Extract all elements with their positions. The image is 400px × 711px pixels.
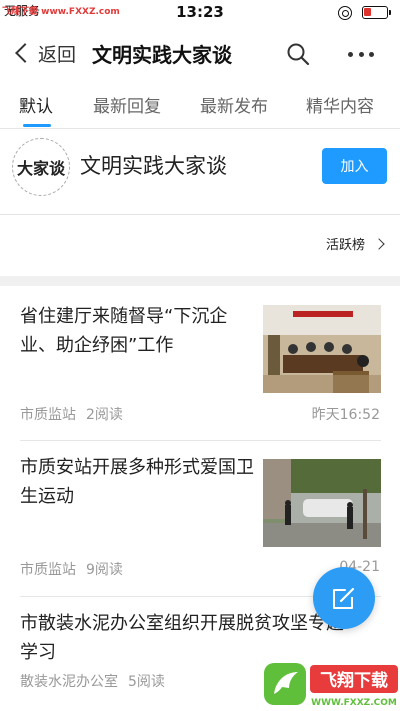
forum-logo: 大家谈 (12, 138, 70, 196)
active-tab-indicator (23, 124, 51, 127)
active-rank-link[interactable]: 活跃榜 (326, 234, 385, 253)
lock-rotation-icon (338, 6, 352, 20)
post-thumbnail (263, 459, 381, 547)
tab-latest-reply[interactable]: 最新回复 (93, 92, 161, 117)
post-thumbnail (263, 305, 381, 393)
section-gap (0, 276, 400, 286)
search-icon[interactable] (286, 42, 310, 66)
tab-bar: 默认 最新回复 最新发布 精华内容 (0, 80, 400, 128)
post-title: 市质安站开展多种形式爱国卫生运动 (20, 457, 254, 507)
forum-logo-text: 大家谈 (15, 155, 66, 179)
post-reads: 5阅读 (128, 674, 165, 690)
post-item[interactable]: 省住建厅来随督导“下沉企业、助企纾困”工作 市质监站 2阅读 昨天16:52 (0, 286, 400, 438)
tab-latest-post[interactable]: 最新发布 (200, 92, 268, 117)
site-logo: 飞翔下载 WWW.FXXZ.COM (264, 663, 398, 708)
nav-bar: 返回 文明实践大家谈 (0, 28, 400, 78)
site-logo-main: 飞翔下载 (320, 670, 388, 691)
post-title: 省住建厅来随督导“下沉企业、助企纾困”工作 (20, 306, 228, 356)
compose-button[interactable] (313, 567, 375, 629)
back-label: 返回 (38, 43, 77, 66)
post-source: 市质监站 (20, 407, 76, 423)
post-source: 市质监站 (20, 562, 76, 578)
post-source: 散装水泥办公室 (20, 674, 118, 690)
tab-default[interactable]: 默认 (19, 92, 53, 117)
status-bar: 无服务 飞翔下载 www.FXXZ.com 13:23 (0, 0, 400, 26)
tab-featured[interactable]: 精华内容 (306, 92, 374, 117)
site-logo-sub: WWW.FXXZ.COM (311, 698, 397, 708)
join-button[interactable]: 加入 (322, 148, 387, 184)
chevron-right-icon (373, 237, 385, 250)
post-meta: 市质监站 2阅读 (20, 404, 123, 424)
post-title: 市散装水泥办公室组织开展脱贫攻坚专题学习 (20, 613, 344, 663)
back-chevron-icon (15, 43, 35, 63)
active-rank-label: 活跃榜 (326, 238, 366, 253)
forum-header: 大家谈 文明实践大家谈 加入 (0, 130, 400, 214)
post-reads: 9阅读 (86, 562, 123, 578)
page-title: 文明实践大家谈 (92, 43, 232, 67)
post-meta: 散装水泥办公室 5阅读 (20, 671, 165, 691)
back-button[interactable]: 返回 (12, 38, 76, 68)
edit-icon (333, 587, 355, 609)
forum-name: 文明实践大家谈 (80, 154, 227, 178)
battery-icon (362, 6, 391, 19)
tabs-divider (0, 128, 400, 129)
post-time: 昨天16:52 (311, 407, 380, 423)
post-reads: 2阅读 (86, 407, 123, 423)
post-meta: 市质监站 9阅读 (20, 559, 123, 579)
forum-divider (0, 214, 400, 215)
more-icon[interactable] (348, 42, 374, 66)
